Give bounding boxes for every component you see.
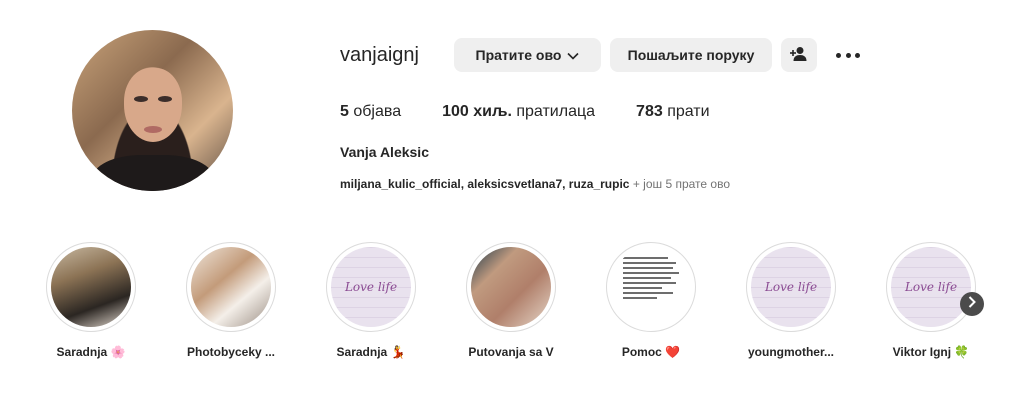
avatar-clothing xyxy=(92,155,214,191)
dot xyxy=(845,52,851,58)
highlight-item[interactable]: Love life youngmother... xyxy=(746,242,836,359)
followers-count: 100 хиљ. xyxy=(442,103,512,120)
avatar-lips xyxy=(144,126,162,133)
highlight-image: Love life xyxy=(891,247,971,327)
highlight-ring xyxy=(46,242,136,332)
highlight-item[interactable]: Photobyceky ... xyxy=(186,242,276,359)
highlight-image xyxy=(191,247,271,327)
followers-label: пратилаца xyxy=(511,103,596,120)
highlight-label: Pomoc ❤️ xyxy=(621,345,681,359)
dot xyxy=(836,52,841,58)
posts-label: објава xyxy=(348,103,402,120)
highlight-label: youngmother... xyxy=(747,345,834,359)
highlight-label: Saradnja 🌸 xyxy=(56,345,126,359)
highlight-ring xyxy=(606,242,696,332)
more-options-icon[interactable] xyxy=(836,46,860,64)
highlight-image xyxy=(471,247,551,327)
followed-by[interactable]: miljana_kulic_official, aleksicsvetlana7… xyxy=(340,177,730,191)
highlight-ring: Love life xyxy=(746,242,836,332)
posts-stat: 5 објава xyxy=(340,103,401,121)
highlight-label: Viktor Ignj 🍀 xyxy=(892,345,970,359)
highlight-item[interactable]: Pomoc ❤️ xyxy=(606,242,696,359)
full-name: Vanja Aleksic xyxy=(340,144,429,160)
avatar-eye xyxy=(134,96,148,102)
highlight-image: Love life xyxy=(751,247,831,327)
avatar[interactable] xyxy=(72,30,233,191)
highlight-item[interactable]: Putovanja sa V xyxy=(466,242,556,359)
highlight-image-text: Love life xyxy=(904,280,958,294)
highlight-image xyxy=(611,247,691,327)
message-button-label: Пошаљите поруку xyxy=(627,47,755,63)
following-stat[interactable]: 783 прати xyxy=(636,103,710,121)
next-highlights-button[interactable] xyxy=(960,292,984,316)
highlight-label: Photobyceky ... xyxy=(186,345,276,359)
profile-stats: 5 објава 100 хиљ. пратилаца 783 прати xyxy=(340,103,751,121)
highlight-item[interactable]: Love life Viktor Ignj 🍀 xyxy=(886,242,976,359)
avatar-eye xyxy=(158,96,172,102)
add-user-button[interactable] xyxy=(781,38,817,72)
posts-count: 5 xyxy=(340,103,349,120)
followed-by-names: miljana_kulic_official, aleksicsvetlana7… xyxy=(340,177,630,191)
highlight-image-text: Love life xyxy=(344,280,398,294)
highlight-image xyxy=(51,247,131,327)
highlight-ring xyxy=(186,242,276,332)
followers-stat[interactable]: 100 хиљ. пратилаца xyxy=(442,103,595,121)
chevron-down-icon xyxy=(567,47,580,63)
highlight-image: Love life xyxy=(331,247,411,327)
highlight-label: Putovanja sa V xyxy=(468,345,554,359)
highlight-ring: Love life xyxy=(326,242,416,332)
following-label: прати xyxy=(662,103,710,120)
dot xyxy=(855,52,860,58)
follow-button-label: Пратите ово xyxy=(475,47,562,63)
add-user-icon xyxy=(790,46,808,65)
followed-by-more: + још 5 прате ово xyxy=(629,177,731,191)
highlight-label: Saradnja 💃 xyxy=(336,345,406,359)
username: vanjaignj xyxy=(340,44,419,66)
highlight-image-text: Love life xyxy=(764,280,818,294)
story-highlights: Saradnja 🌸 Photobyceky ... Love life Sar… xyxy=(46,242,1006,372)
highlight-ring xyxy=(466,242,556,332)
following-count: 783 xyxy=(636,103,663,120)
chevron-right-icon xyxy=(968,295,976,313)
highlight-item[interactable]: Love life Saradnja 💃 xyxy=(326,242,416,359)
highlight-ring: Love life xyxy=(886,242,976,332)
highlight-item[interactable]: Saradnja 🌸 xyxy=(46,242,136,359)
follow-button[interactable]: Пратите ово xyxy=(454,38,601,72)
message-button[interactable]: Пошаљите поруку xyxy=(610,38,772,72)
